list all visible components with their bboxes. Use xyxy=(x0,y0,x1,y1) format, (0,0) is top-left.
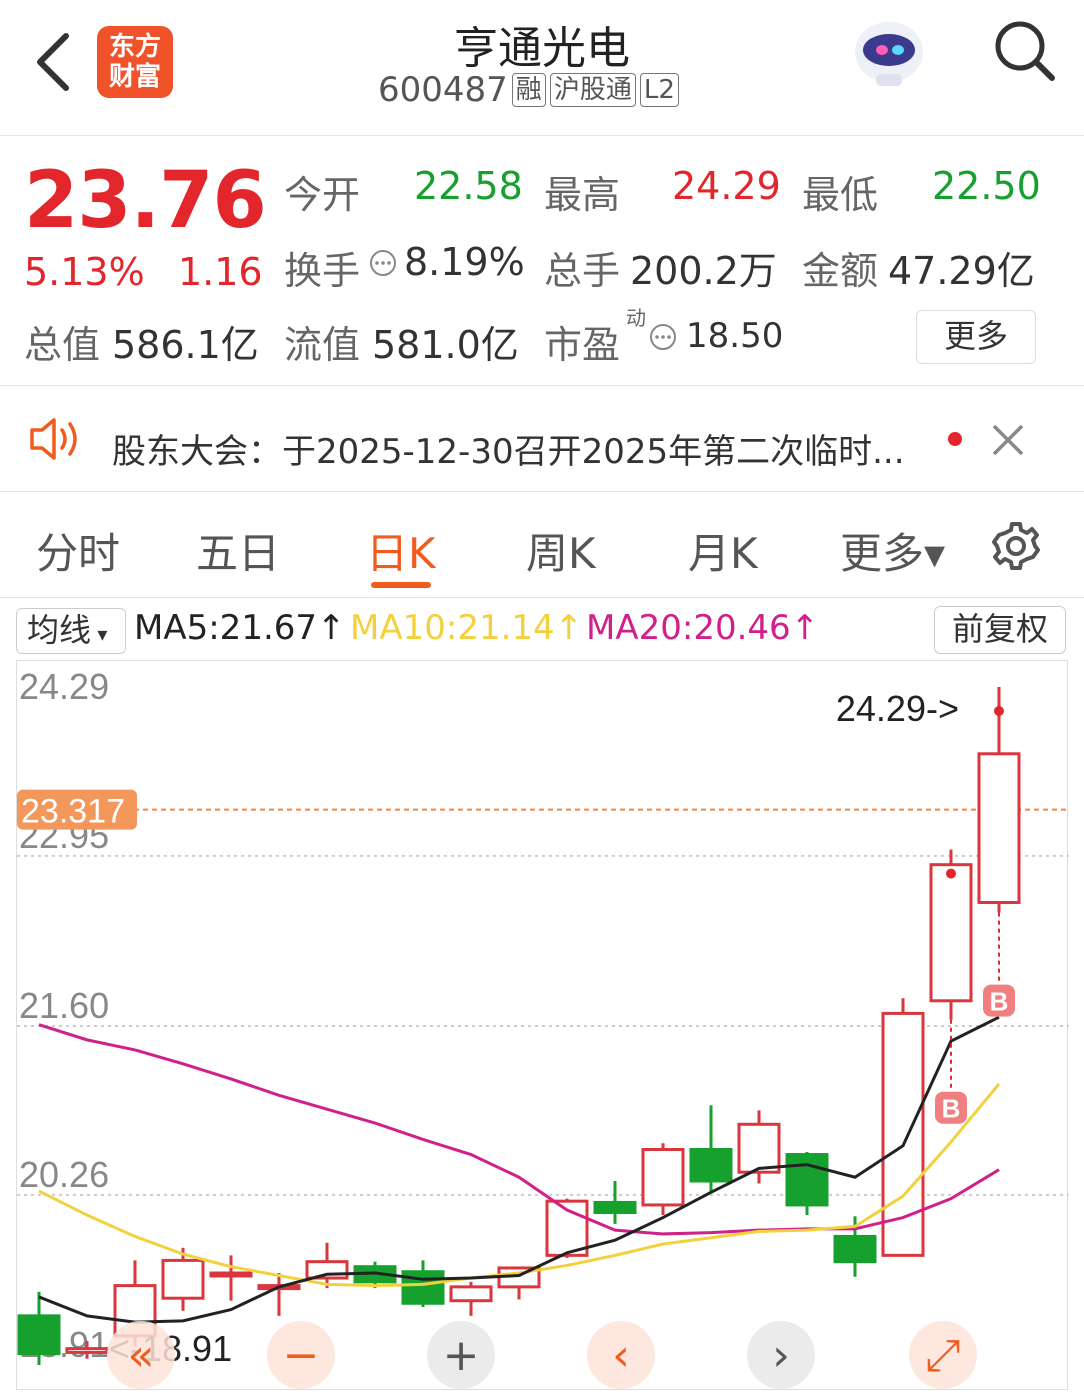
notice-text[interactable]: 股东大会：于2025-12-30召开2025年第二次临时... xyxy=(112,424,905,473)
candle-body xyxy=(161,1258,205,1300)
crosshair-price-label: 23.317 xyxy=(21,793,125,831)
volume-value: 200.2万 xyxy=(630,249,777,293)
turnover-value: 8.19% xyxy=(404,240,525,284)
ma20-readout: MA20:20.46↑ xyxy=(586,608,820,648)
mktcap-label: 总值 xyxy=(24,323,101,367)
tab-daily-k[interactable]: 日K xyxy=(366,520,436,581)
last-price: 23.76 xyxy=(24,156,267,246)
turnover-label: 换手 xyxy=(284,249,361,293)
kline-svg[interactable]: 24.2922.9521.6020.2618.9123.317BB24.29->… xyxy=(17,661,1069,1391)
candle-body xyxy=(209,1271,253,1278)
settings-gear-icon[interactable] xyxy=(988,518,1044,574)
candle-body xyxy=(785,1153,829,1207)
y-tick-label: 20.26 xyxy=(19,1154,109,1195)
y-tick-label: 24.29 xyxy=(19,666,109,707)
ma10-readout: MA10:21.14↑ xyxy=(350,608,584,648)
scroll-left-button-glyph[interactable]: « xyxy=(128,1330,155,1381)
high-label: 最高 xyxy=(544,173,621,217)
zoom-in-button[interactable]: + xyxy=(427,1321,495,1389)
zoom-in-button-glyph[interactable]: + xyxy=(443,1330,480,1381)
ma-indicator-bar: 均线 ▾ MA5:21.67↑ MA10:21.14↑ MA20:20.46↑ … xyxy=(0,600,1084,658)
candle-body xyxy=(737,1122,781,1174)
candle-body xyxy=(65,1347,109,1354)
candle-body xyxy=(833,1234,877,1264)
more-quote-button[interactable]: 更多 xyxy=(916,310,1036,364)
next-button-glyph[interactable]: › xyxy=(772,1330,790,1381)
max-price-label: 24.29-> xyxy=(836,688,959,729)
candle-body xyxy=(689,1148,733,1183)
buy-mark-label: B xyxy=(942,1094,961,1124)
buy-mark-label: B xyxy=(990,987,1009,1017)
unread-dot xyxy=(948,432,962,446)
tab-weekly-k[interactable]: 周K xyxy=(526,520,596,581)
candle-body xyxy=(17,1314,61,1356)
period-tabs: 分时 五日 日K 周K 月K 更多▾ xyxy=(0,492,1084,598)
speaker-icon xyxy=(30,418,77,460)
open-value: 22.58 xyxy=(414,164,523,208)
zoom-out-button-glyph[interactable]: − xyxy=(283,1330,320,1381)
candle-body xyxy=(977,752,1021,904)
pe-dynamic-mark: 动 xyxy=(626,306,646,330)
candle-body xyxy=(641,1148,685,1207)
adjust-mode-button[interactable]: 前复权 xyxy=(934,606,1066,654)
fullscreen-button-glyph[interactable]: ⤢ xyxy=(925,1330,960,1381)
tab-monthly-k[interactable]: 月K xyxy=(688,520,758,581)
info-icon[interactable] xyxy=(368,248,398,278)
candle-body xyxy=(449,1285,493,1303)
prev-button-glyph[interactable]: ‹ xyxy=(612,1330,630,1381)
pe-value: 18.50 xyxy=(686,316,784,356)
stock-code-row: 600487 融 沪股通 L2 xyxy=(378,70,679,110)
change-amount: 1.16 xyxy=(178,250,263,294)
amount-label: 金额 xyxy=(802,249,879,293)
ma5-readout: MA5:21.67↑ xyxy=(134,608,346,648)
header-bar: 东方 财富 亨通光电 600487 融 沪股通 L2 xyxy=(0,0,1084,136)
stock-code: 600487 xyxy=(378,70,508,110)
connect-tag: 沪股通 xyxy=(549,73,636,107)
pe-info-icon[interactable] xyxy=(648,322,678,352)
prev-button[interactable]: ‹ xyxy=(587,1321,655,1389)
candle-body xyxy=(929,863,973,1003)
amount-value: 47.29亿 xyxy=(888,249,1035,293)
kline-chart[interactable]: 24.29 22.95 21.60 20.26 18.91 23.317 B B 24.29->… xyxy=(16,660,1069,1391)
quote-panel: 23.76 5.13% 1.16 今开 22.58 最高 24.29 最低 22… xyxy=(0,136,1084,386)
y-tick-label: 21.60 xyxy=(19,985,109,1026)
float-label: 流值 xyxy=(284,323,361,367)
ma-dropdown[interactable]: 均线 ▾ xyxy=(16,608,126,654)
scroll-left-button[interactable]: « xyxy=(107,1321,175,1389)
level2-tag: L2 xyxy=(639,73,679,107)
margin-tag: 融 xyxy=(511,73,546,107)
assistant-robot-icon[interactable] xyxy=(846,10,932,90)
high-value: 24.29 xyxy=(672,164,781,208)
fullscreen-button[interactable]: ⤢ xyxy=(909,1321,977,1389)
volume-label: 总手 xyxy=(544,249,621,293)
ma20-line xyxy=(38,1023,1000,1236)
tab-more[interactable]: 更多▾ xyxy=(840,520,945,581)
high-dot xyxy=(994,706,1004,716)
open-label: 今开 xyxy=(284,173,361,217)
search-icon[interactable] xyxy=(990,16,1060,86)
float-value: 581.0亿 xyxy=(372,323,519,367)
active-tab-indicator xyxy=(371,582,431,588)
close-icon[interactable] xyxy=(990,422,1026,458)
high-dot xyxy=(946,868,956,879)
low-label: 最低 xyxy=(802,173,879,217)
pe-label: 市盈 xyxy=(544,323,621,367)
low-value: 22.50 xyxy=(932,164,1041,208)
change-percent: 5.13% xyxy=(24,250,145,294)
zoom-out-button[interactable]: − xyxy=(267,1321,335,1389)
next-button[interactable]: › xyxy=(747,1321,815,1389)
candle-body xyxy=(593,1200,637,1215)
notice-bar[interactable]: 股东大会：于2025-12-30召开2025年第二次临时... xyxy=(0,386,1084,492)
tab-intraday[interactable]: 分时 xyxy=(36,520,120,581)
mktcap-value: 586.1亿 xyxy=(112,323,259,367)
tab-five-day[interactable]: 五日 xyxy=(196,520,280,581)
